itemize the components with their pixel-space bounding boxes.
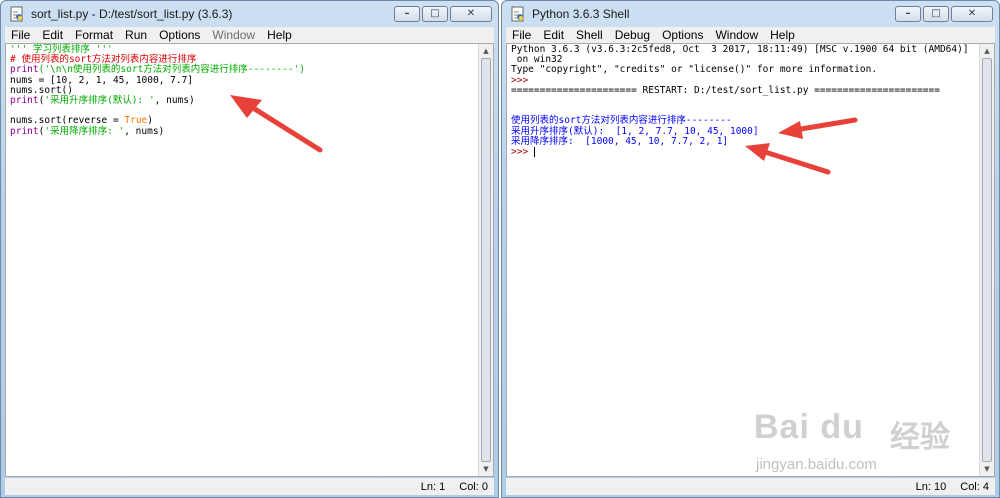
code-token: print: [10, 94, 39, 106]
code-line: Python 3.6.3 (v3.6.3:2c5fed8, Oct 3 2017…: [511, 44, 976, 55]
editor-scrollbar[interactable]: ▲ ▼: [478, 44, 493, 476]
menu-shell[interactable]: Shell: [570, 28, 609, 42]
shell-menubar: File Edit Shell Debug Options Window Hel…: [506, 27, 995, 43]
watermark-logo: Bai du: [754, 408, 864, 446]
minimize-icon: –: [905, 8, 911, 19]
menu-format[interactable]: Format: [69, 28, 119, 42]
line-number: Ln: 10: [915, 480, 947, 493]
code-line: >>>: [511, 147, 976, 157]
menu-edit[interactable]: Edit: [36, 28, 69, 42]
code-line: print('采用升序排序(默认): ', nums): [10, 94, 475, 106]
maximize-icon: □: [430, 8, 440, 19]
code-token: Type "copyright", "credits" or "license(…: [511, 64, 878, 76]
code-text[interactable]: ''' 学习列表排序 ''' # 使用列表的sort方法对列表内容进行排序 prin…: [10, 44, 475, 137]
close-button[interactable]: ✕: [450, 6, 492, 22]
menu-options[interactable]: Options: [153, 28, 206, 42]
code-token: , nums): [154, 94, 195, 106]
menu-file[interactable]: File: [506, 28, 537, 42]
menu-window[interactable]: Window: [709, 28, 764, 42]
menu-run[interactable]: Run: [119, 28, 153, 42]
window-controls: – □ ✕: [392, 6, 492, 22]
code-line: ====================== RESTART: D:/test/…: [511, 84, 976, 96]
code-token: ====================== RESTART: D:/test/…: [511, 84, 940, 96]
code-line: 采用降序排序: [1000, 45, 10, 7.7, 2, 1]: [511, 135, 976, 147]
editor-menubar: File Edit Format Run Options Window Help: [5, 27, 494, 43]
code-line: Type "copyright", "credits" or "license(…: [511, 65, 976, 75]
line-number: Ln: 1: [420, 480, 446, 493]
menu-help[interactable]: Help: [764, 28, 801, 42]
close-icon: ✕: [967, 8, 977, 19]
maximize-button[interactable]: □: [923, 6, 949, 22]
maximize-button[interactable]: □: [422, 6, 448, 22]
python-file-icon: [9, 6, 25, 22]
window-controls: – □ ✕: [893, 6, 993, 22]
code-token: 采用降序排序: [1000, 45, 10, 7.7, 2, 1]: [511, 135, 729, 147]
minimize-icon: –: [404, 8, 410, 19]
code-token: , nums): [124, 125, 165, 137]
scroll-down-icon[interactable]: ▼: [980, 462, 994, 476]
maximize-icon: □: [931, 8, 941, 19]
window-title: Python 3.6.3 Shell: [532, 7, 630, 21]
menu-debug[interactable]: Debug: [609, 28, 656, 42]
window-title: sort_list.py - D:/test/sort_list.py (3.6…: [31, 7, 233, 21]
column-number: Col: 0: [459, 480, 488, 493]
code-token: '采用降序排序: ': [44, 125, 125, 137]
code-editor[interactable]: ''' 学习列表排序 ''' # 使用列表的sort方法对列表内容进行排序 prin…: [5, 43, 494, 477]
scroll-up-icon[interactable]: ▲: [980, 44, 994, 58]
scroll-thumb[interactable]: [982, 58, 992, 462]
code-line: nums = [10, 2, 1, 45, 1000, 7.7]: [10, 75, 475, 86]
scroll-up-icon[interactable]: ▲: [479, 44, 493, 58]
minimize-button[interactable]: –: [895, 6, 921, 22]
text-cursor: [533, 146, 535, 157]
code-token: >>>: [511, 146, 534, 158]
watermark-url: jingyan.baidu.com: [756, 456, 877, 473]
scroll-thumb[interactable]: [481, 58, 491, 462]
code-token: Python 3.6.3 (v3.6.3:2c5fed8, Oct 3 2017…: [511, 44, 969, 55]
code-token: '采用升序排序(默认): ': [44, 94, 155, 106]
shell-text[interactable]: Python 3.6.3 (v3.6.3:2c5fed8, Oct 3 2017…: [511, 44, 976, 157]
editor-statusbar: Ln: 1 Col: 0: [5, 478, 494, 495]
close-button[interactable]: ✕: [951, 6, 993, 22]
scroll-down-icon[interactable]: ▼: [479, 462, 493, 476]
watermark-cn: 经验: [890, 421, 950, 454]
minimize-button[interactable]: –: [394, 6, 420, 22]
menu-window[interactable]: Window: [206, 28, 261, 42]
close-icon: ✕: [466, 8, 476, 19]
menu-help[interactable]: Help: [261, 28, 298, 42]
baidu-watermark: Bai du 经验 jingyan.baidu.com: [754, 408, 982, 482]
shell-titlebar[interactable]: Python 3.6.3 Shell – □ ✕: [502, 1, 999, 27]
menu-options[interactable]: Options: [656, 28, 709, 42]
editor-titlebar[interactable]: sort_list.py - D:/test/sort_list.py (3.6…: [1, 1, 498, 27]
menu-edit[interactable]: Edit: [537, 28, 570, 42]
menu-file[interactable]: File: [5, 28, 36, 42]
editor-window: sort_list.py - D:/test/sort_list.py (3.6…: [0, 0, 499, 498]
python-shell-icon: [510, 6, 526, 22]
column-number: Col: 4: [960, 480, 989, 493]
code-line: print('采用降序排序: ', nums): [10, 125, 475, 137]
code-token: print: [10, 125, 39, 137]
